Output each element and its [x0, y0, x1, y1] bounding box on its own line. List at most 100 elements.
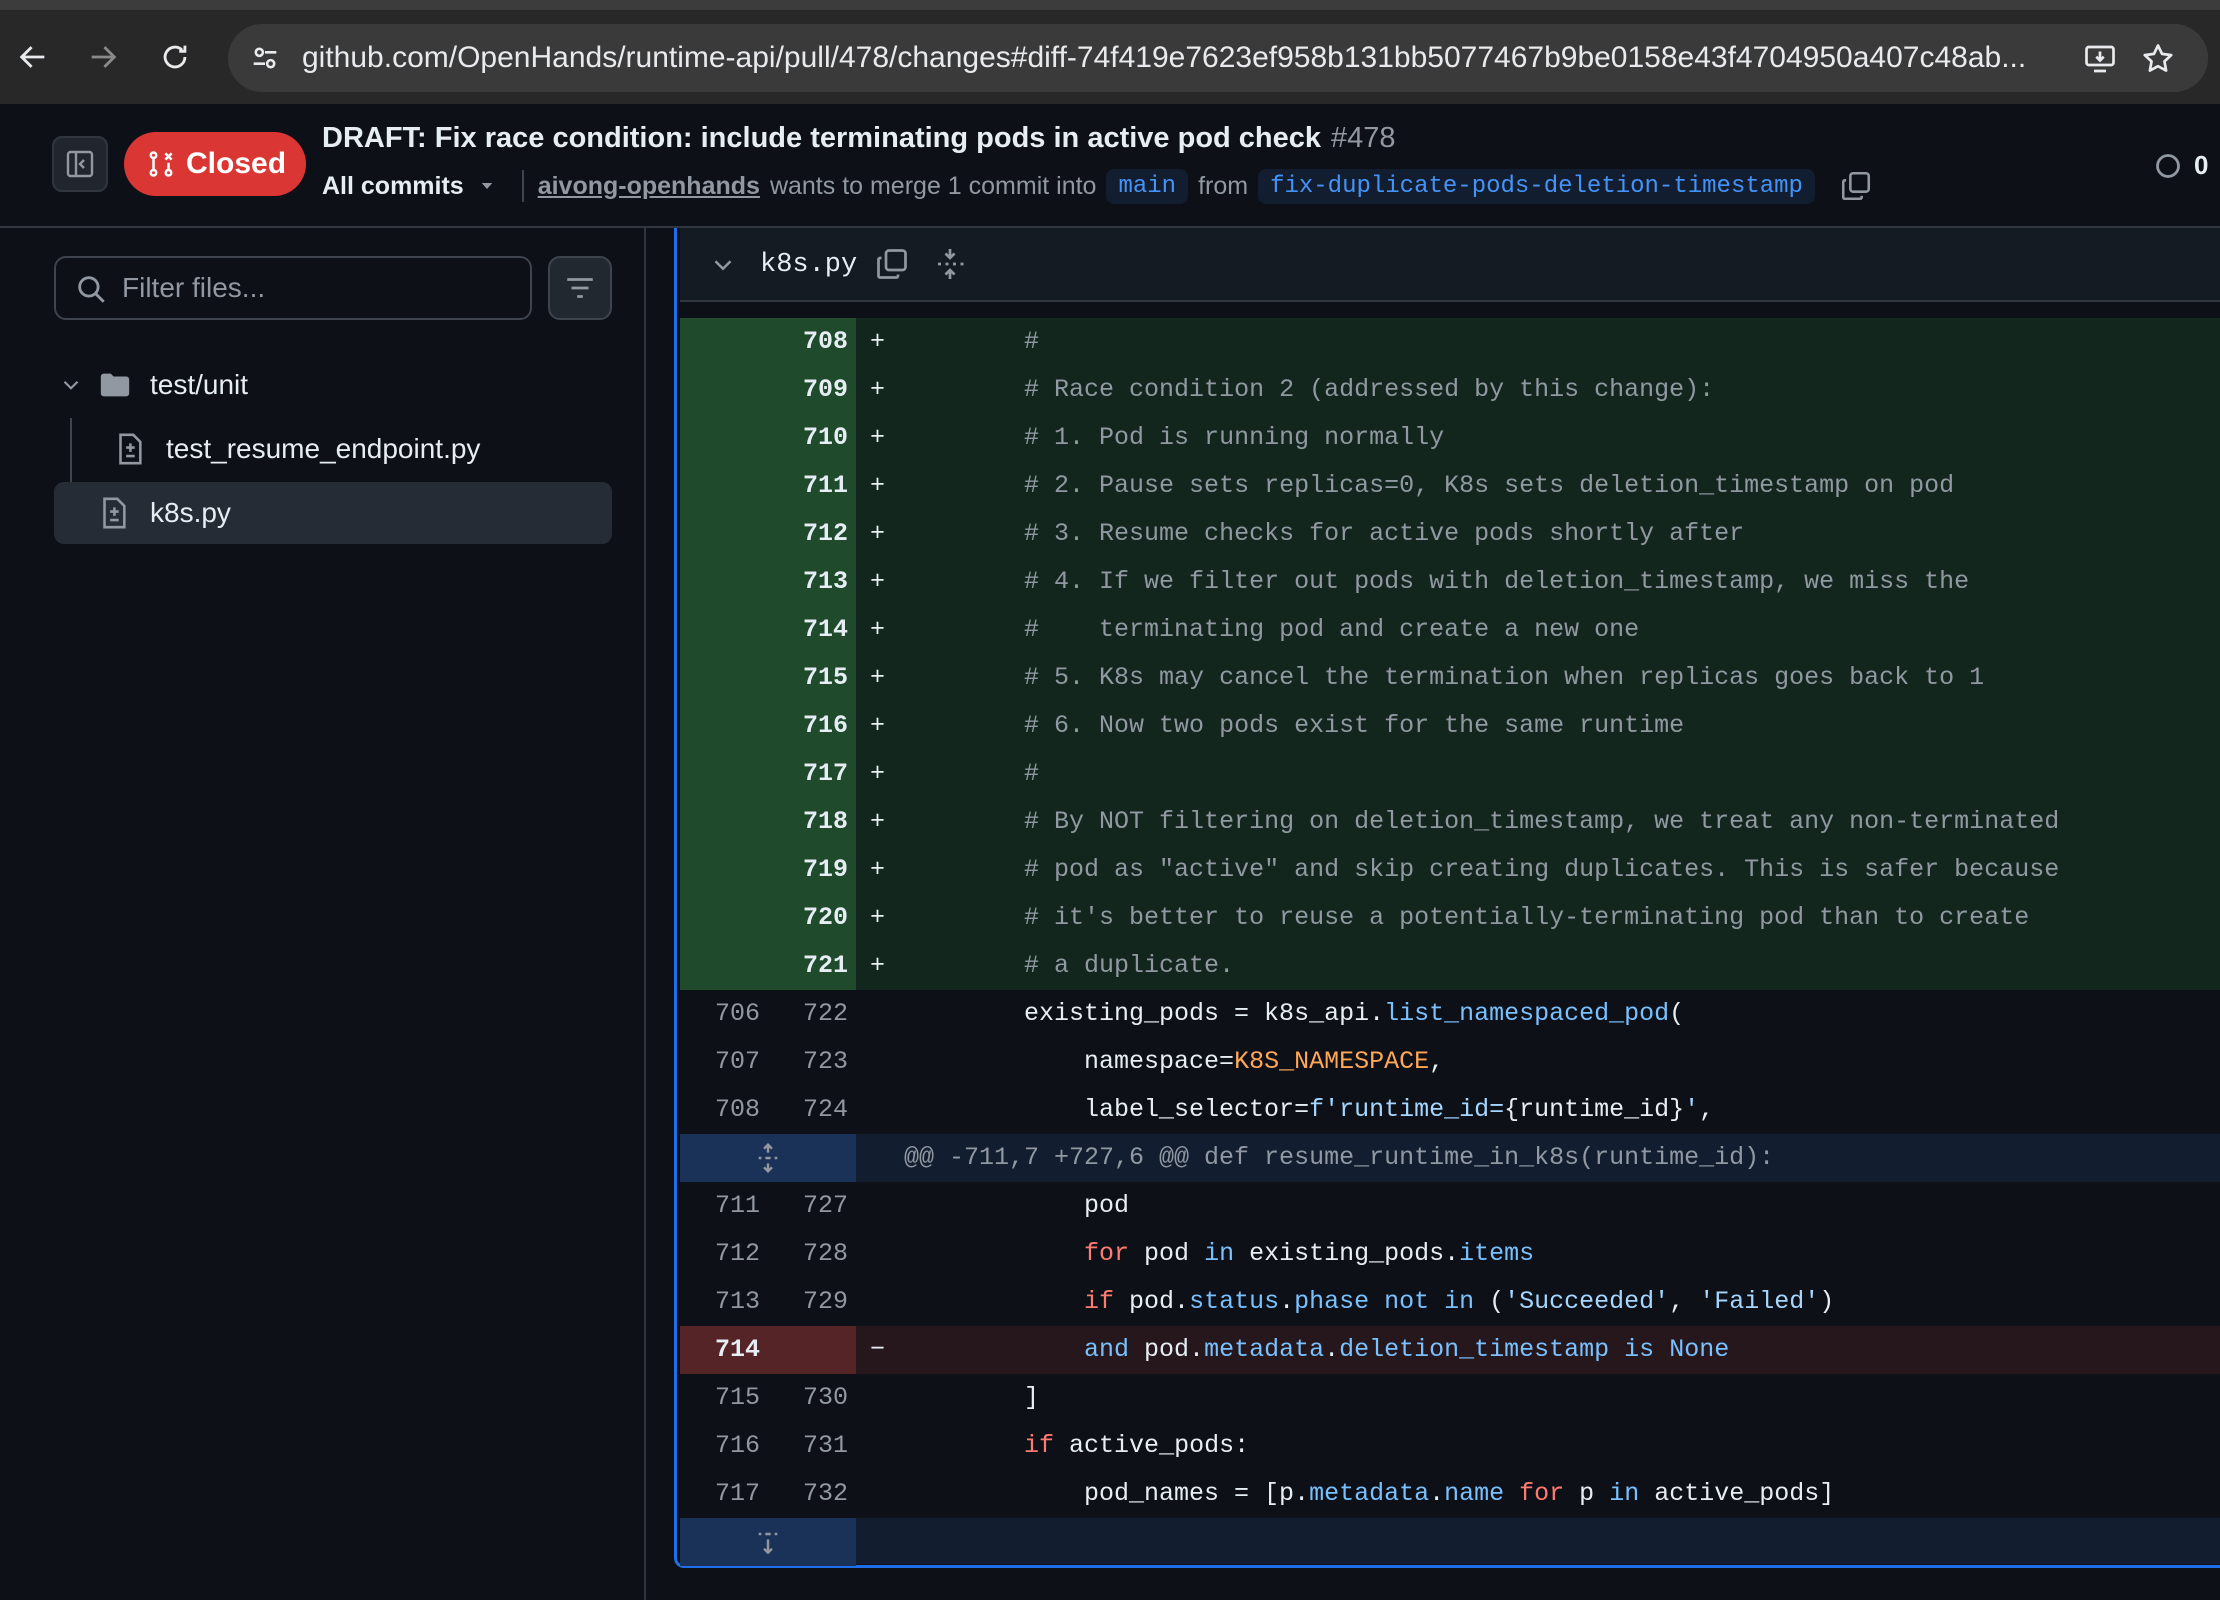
code-content: # a duplicate.	[904, 942, 1234, 990]
code-token: is	[1624, 1335, 1655, 1364]
new-line-number[interactable]: 731	[768, 1422, 848, 1470]
code-token: in	[1609, 1479, 1640, 1508]
diff-line: 716 731 if active_pods:	[680, 1422, 2220, 1470]
chevron-down-icon[interactable]	[708, 250, 738, 280]
old-line-number[interactable]: 707	[680, 1038, 760, 1086]
code-content: # 1. Pod is running normally	[904, 414, 1444, 462]
old-line-number[interactable]: 711	[680, 1182, 760, 1230]
old-line-number[interactable]: 708	[680, 1086, 760, 1134]
tree-file-k8s[interactable]: k8s.py	[54, 482, 612, 544]
reload-button[interactable]	[152, 34, 198, 80]
diff-marker: +	[870, 471, 886, 500]
tree-file-test-resume-endpoint[interactable]: test_resume_endpoint.py	[54, 418, 612, 480]
code-token: existing_pods.	[1234, 1239, 1460, 1268]
new-line-number[interactable]: 709	[768, 366, 848, 414]
diff-line: 710 + # 1. Pod is running normally	[680, 414, 2220, 462]
site-settings-icon[interactable]	[248, 41, 282, 75]
install-app-icon[interactable]	[2082, 41, 2118, 77]
diff-hunk-row: @@ -711,7 +727,6 @@ def resume_runtime_i…	[680, 1134, 2220, 1182]
new-line-number[interactable]: 716	[768, 702, 848, 750]
new-line-number[interactable]: 708	[768, 318, 848, 366]
code-content: # 2. Pause sets replicas=0, K8s sets del…	[904, 462, 1954, 510]
copy-icon[interactable]	[874, 246, 910, 282]
new-line-number[interactable]: 730	[768, 1374, 848, 1422]
new-line-number[interactable]: 713	[768, 558, 848, 606]
new-line-number[interactable]: 732	[768, 1470, 848, 1518]
code-token: # 3. Resume checks for active pods short…	[1024, 519, 1745, 548]
new-line-number[interactable]: 718	[768, 798, 848, 846]
new-line-number[interactable]: 714	[768, 606, 848, 654]
commits-selector[interactable]: All commits	[322, 172, 496, 201]
new-line-number[interactable]: 728	[768, 1230, 848, 1278]
expand-all-icon[interactable]	[932, 246, 968, 282]
code-token: for	[1084, 1239, 1130, 1268]
pr-author-link[interactable]: aivong-openhands	[538, 172, 760, 201]
tree-folder-test-unit[interactable]: test/unit	[54, 354, 612, 416]
new-line-number[interactable]: 710	[768, 414, 848, 462]
code-token: (	[1474, 1287, 1505, 1316]
new-line-number[interactable]: 719	[768, 846, 848, 894]
new-line-number[interactable]: 722	[768, 990, 848, 1038]
new-line-number[interactable]: 724	[768, 1086, 848, 1134]
code-token: pod	[904, 1191, 1130, 1220]
old-line-number[interactable]: 712	[680, 1230, 760, 1278]
address-bar[interactable]: github.com/OpenHands/runtime-api/pull/47…	[228, 24, 2208, 92]
checks-status[interactable]: 0	[2154, 150, 2208, 181]
old-line-number[interactable]: 716	[680, 1422, 760, 1470]
code-token: # 4. If we filter out pods with deletion…	[1024, 567, 1970, 596]
expand-up-down-icon[interactable]	[752, 1142, 784, 1174]
chevron-down-icon	[63, 380, 79, 390]
code-content: if pod.status.phase not in ('Succeeded',…	[904, 1278, 1834, 1326]
back-button[interactable]	[10, 34, 56, 80]
new-line-number[interactable]: 712	[768, 510, 848, 558]
new-line-number[interactable]: 715	[768, 654, 848, 702]
diff-line: 707 723 namespace=K8S_NAMESPACE,	[680, 1038, 2220, 1086]
new-line-number[interactable]: 723	[768, 1038, 848, 1086]
code-token: phase	[1294, 1287, 1370, 1316]
new-line-number[interactable]: 721	[768, 942, 848, 990]
code-token: #	[1024, 759, 1040, 788]
new-line-number[interactable]: 717	[768, 750, 848, 798]
new-line-number[interactable]: 711	[768, 462, 848, 510]
copy-icon[interactable]	[1839, 169, 1873, 203]
toggle-file-tree-button[interactable]	[52, 136, 108, 192]
code-token: )	[1819, 1287, 1835, 1316]
folder-icon	[100, 373, 130, 397]
old-line-number[interactable]: 706	[680, 990, 760, 1038]
code-content: pod_names = [p.metadata.name for p in ac…	[904, 1470, 1834, 1518]
filter-files-input[interactable]: Filter files...	[54, 256, 532, 320]
filter-placeholder: Filter files...	[122, 272, 266, 303]
old-line-number[interactable]: 713	[680, 1278, 760, 1326]
base-branch[interactable]: main	[1106, 168, 1189, 204]
forward-button[interactable]	[80, 34, 126, 80]
filter-options-button[interactable]	[548, 256, 612, 320]
code-token: # 2. Pause sets replicas=0, K8s sets del…	[1024, 471, 1955, 500]
code-content: # pod as "active" and skip creating dupl…	[904, 846, 2059, 894]
diff-file-header: k8s.py	[680, 228, 2220, 302]
new-line-number[interactable]: 729	[768, 1278, 848, 1326]
code-token: active_pods:	[1054, 1431, 1250, 1460]
old-line-number[interactable]: 714	[680, 1326, 760, 1374]
diff-hunk-row	[680, 1518, 2220, 1566]
new-line-number[interactable]: 720	[768, 894, 848, 942]
diff-file-name[interactable]: k8s.py	[760, 228, 857, 302]
diff-line: 718 + # By NOT filtering on deletion_time…	[680, 798, 2220, 846]
old-line-number[interactable]: 715	[680, 1374, 760, 1422]
code-token: pod_names = [p.	[904, 1479, 1310, 1508]
new-line-number[interactable]: 727	[768, 1182, 848, 1230]
old-line-number[interactable]: 717	[680, 1470, 760, 1518]
bookmark-star-icon[interactable]	[2140, 41, 2176, 77]
diff-line: 711 727 pod	[680, 1182, 2220, 1230]
head-branch[interactable]: fix-duplicate-pods-deletion-timestamp	[1258, 168, 1815, 204]
search-icon	[78, 276, 105, 303]
expand-down-icon[interactable]	[752, 1526, 784, 1558]
url-text[interactable]: github.com/OpenHands/runtime-api/pull/47…	[302, 24, 2220, 92]
